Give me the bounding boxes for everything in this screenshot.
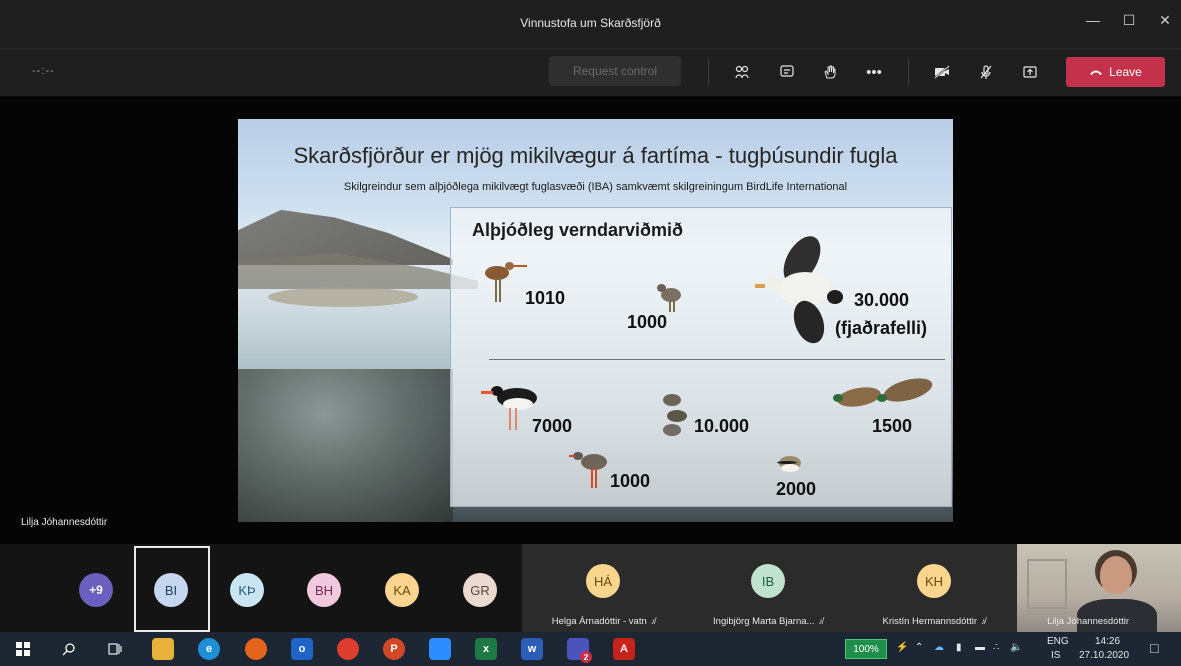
- battery-indicator[interactable]: 100%: [845, 639, 887, 659]
- participant-tile[interactable]: KH Kristín Hermannsdóttir ♪̸: [851, 544, 1017, 632]
- panel-divider: [489, 359, 945, 360]
- dunlin-bird-image: [657, 390, 693, 440]
- teal-bird-image: [833, 373, 943, 414]
- participants-icon[interactable]: [729, 60, 755, 84]
- self-video-tile[interactable]: Lilja Jóhannesdóttir: [1017, 544, 1181, 632]
- teal-count: 1500: [872, 416, 913, 436]
- language-code[interactable]: ENG: [1047, 636, 1069, 647]
- plover-bird-image: [773, 452, 807, 478]
- teams-notification-badge: 2: [580, 651, 592, 663]
- clock-date[interactable]: 27.10.2020: [1079, 650, 1129, 661]
- active-speaker-name: Lilja Jóhannesdóttir: [21, 517, 108, 528]
- godwit-bird-image: [479, 260, 529, 306]
- outlook-icon[interactable]: o: [291, 638, 313, 660]
- participant-name: Kristín Hermannsdóttir ♪̸: [882, 616, 986, 627]
- windows-taskbar: e o P x w 2 A 100% ⚡ ⌃ ☁ ▮ ▬ ∴ 🔈 ENG IS …: [0, 632, 1181, 666]
- mic-off-icon[interactable]: [973, 60, 999, 84]
- participant-avatar[interactable]: KA: [385, 573, 419, 607]
- sandbar-image: [268, 287, 418, 307]
- mic-off-icon: ♪̸: [981, 616, 986, 626]
- plover-count: 2000: [776, 479, 817, 499]
- title-bar: Vinnustofa um Skarðsfjörð — ☐ ✕: [0, 0, 1181, 48]
- participant-avatar: KH: [917, 564, 951, 598]
- camera-off-icon[interactable]: [929, 60, 955, 84]
- toolbar-divider: [908, 59, 909, 85]
- firefox-icon[interactable]: [245, 638, 267, 660]
- oystercatcher-count: 7000: [532, 416, 573, 436]
- clock-time[interactable]: 14:26: [1095, 636, 1120, 647]
- request-control-button[interactable]: Request control: [549, 56, 681, 86]
- leave-button[interactable]: Leave: [1066, 57, 1165, 87]
- edge-browser-icon[interactable]: e: [198, 638, 220, 660]
- call-timer: --:--: [32, 65, 55, 77]
- mic-off-icon: ♪̸: [818, 616, 823, 626]
- participant-avatar: HÁ: [586, 564, 620, 598]
- presentation-slide: Skarðsfjörður er mjög mikilvægur á fartí…: [238, 119, 953, 522]
- close-icon[interactable]: ✕: [1153, 12, 1177, 29]
- participant-name: Lilja Jóhannesdóttir: [1047, 616, 1129, 627]
- participant-video-image: [1100, 556, 1132, 594]
- excel-icon[interactable]: x: [475, 638, 497, 660]
- slide-title: Skarðsfjörður er mjög mikilvægur á fartí…: [293, 143, 898, 168]
- participant-avatar[interactable]: GR: [463, 573, 497, 607]
- teams-icon[interactable]: 2: [567, 638, 592, 663]
- task-view-icon[interactable]: [104, 638, 126, 660]
- shared-screen-stage: Skarðsfjörður er mjög mikilvægur á fartí…: [0, 97, 1181, 545]
- godwit-count: 1010: [525, 288, 566, 308]
- wifi-icon[interactable]: ∴: [993, 642, 999, 653]
- toolbar-divider: [708, 59, 709, 85]
- participant-avatar[interactable]: BI: [154, 573, 188, 607]
- share-screen-icon[interactable]: [1017, 60, 1043, 84]
- power-plug-icon: ⚡: [896, 642, 909, 653]
- leave-label: Leave: [1109, 65, 1142, 79]
- zoom-icon[interactable]: [429, 638, 451, 660]
- shore-image: [238, 369, 453, 522]
- window-title: Vinnustofa um Skarðsfjörð: [520, 16, 661, 30]
- participant-tile[interactable]: HÁ Helga Árnadóttir - vatn ♪̸: [522, 544, 685, 632]
- keyboard-layout[interactable]: IS: [1051, 650, 1060, 661]
- chrome-icon[interactable]: [337, 638, 359, 660]
- knot-bird-image: [655, 280, 691, 314]
- powerpoint-icon[interactable]: P: [383, 638, 405, 660]
- participant-strip: +9 BI KÞ BH KA GR HÁ Helga Árnadóttir - …: [0, 544, 1181, 632]
- onedrive-icon[interactable]: ☁: [934, 642, 944, 653]
- participant-avatar[interactable]: KÞ: [230, 573, 264, 607]
- participant-avatar: IB: [751, 564, 785, 598]
- more-participants-button[interactable]: +9: [79, 573, 113, 607]
- file-explorer-icon[interactable]: [152, 638, 174, 660]
- participant-avatar[interactable]: BH: [307, 573, 341, 607]
- chevron-up-icon[interactable]: ⌃: [915, 642, 923, 653]
- chat-icon[interactable]: [774, 60, 800, 84]
- slide-subtitle: Skilgreindur sem alþjóðlega mikilvægt fu…: [343, 181, 848, 193]
- meeting-toolbar: --:-- Request control ••• Leave: [0, 48, 1181, 96]
- volume-icon[interactable]: 🔈: [1010, 642, 1022, 653]
- windows-start-icon[interactable]: [12, 638, 34, 660]
- eider-note: (fjaðrafelli): [835, 318, 928, 338]
- search-icon[interactable]: [58, 638, 80, 660]
- criteria-panel: Alþjóðleg verndarviðmið 1010 1000 30.000…: [450, 207, 952, 507]
- battery-icon[interactable]: ▬: [975, 642, 985, 653]
- knot-count: 1000: [627, 312, 668, 332]
- maximize-icon[interactable]: ☐: [1117, 12, 1141, 29]
- word-icon[interactable]: w: [521, 638, 543, 660]
- mic-off-icon: ♪̸: [650, 616, 656, 626]
- eider-count: 30.000: [854, 290, 910, 310]
- participant-name: Helga Árnadóttir - vatn ♪̸: [551, 616, 656, 627]
- phone-hangup-icon: [1089, 65, 1103, 79]
- participant-name: Ingibjörg Marta Bjarna... ♪̸: [713, 616, 823, 627]
- minimize-icon[interactable]: —: [1081, 12, 1105, 28]
- teams-meeting-window: Vinnustofa um Skarðsfjörð — ☐ ✕ --:-- Re…: [0, 0, 1181, 666]
- more-options-icon[interactable]: •••: [861, 60, 887, 84]
- usb-icon[interactable]: ▮: [956, 642, 962, 653]
- raise-hand-icon[interactable]: [817, 60, 843, 84]
- dunlin-count: 10.000: [694, 416, 750, 436]
- background-shelf: [1027, 559, 1067, 609]
- redshank-count: 1000: [610, 471, 651, 491]
- participant-tile[interactable]: IB Ingibjörg Marta Bjarna... ♪̸: [685, 544, 851, 632]
- panel-title: Alþjóðleg verndarviðmið: [472, 220, 684, 240]
- acrobat-icon[interactable]: A: [613, 638, 635, 660]
- notification-icon[interactable]: □: [1150, 640, 1158, 656]
